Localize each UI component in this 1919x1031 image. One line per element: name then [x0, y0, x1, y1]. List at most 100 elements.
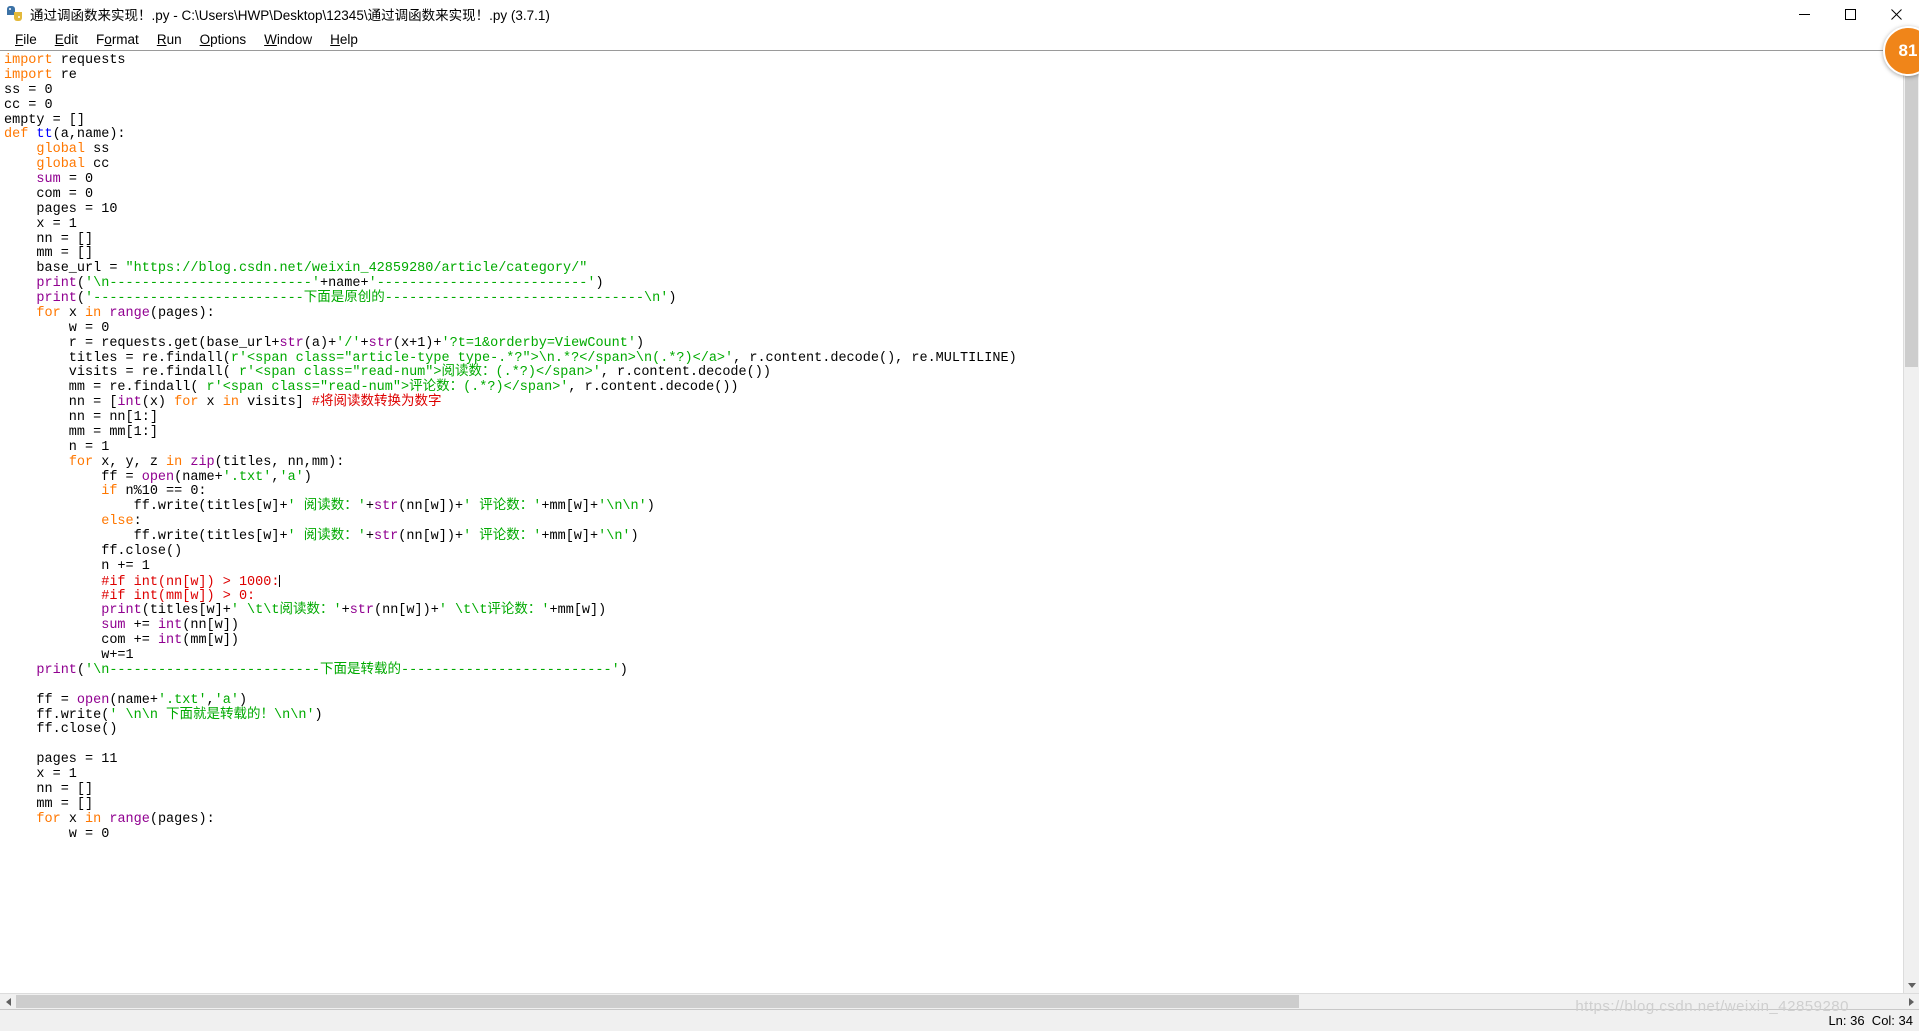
menu-help[interactable]: Help — [321, 32, 367, 47]
code-token: '--------------------------' — [368, 276, 596, 292]
maximize-button[interactable] — [1827, 0, 1873, 28]
code-token: ) — [668, 291, 677, 306]
minimize-icon — [1798, 13, 1810, 15]
close-button[interactable] — [1873, 0, 1919, 28]
close-icon — [1890, 8, 1902, 20]
minimize-button[interactable] — [1781, 0, 1827, 28]
code-line: base_url = "https://blog.csdn.net/weixin… — [4, 261, 1903, 277]
horizontal-scroll-track[interactable] — [16, 994, 1903, 1009]
code-token: str — [368, 335, 393, 351]
code-token: global — [36, 157, 86, 173]
scroll-down-button[interactable] — [1904, 977, 1919, 993]
code-token: (a)+ — [303, 335, 337, 351]
code-token: #将阅读数转换为数字 — [311, 395, 442, 411]
horizontal-scrollbar[interactable] — [0, 993, 1919, 1009]
code-token: int — [157, 633, 183, 649]
code-token: ' 阅读数：' — [287, 499, 366, 515]
code-line: ff.close() — [4, 722, 1903, 738]
code-token: tt — [36, 127, 53, 143]
code-token: ff.close() — [4, 722, 118, 738]
code-token: ' \t\t评论数：' — [438, 603, 550, 619]
code-token: ff = — [4, 469, 142, 485]
code-line: else: — [4, 514, 1903, 530]
code-token: , r.content.decode()) — [568, 380, 739, 396]
code-token: ) — [314, 707, 323, 723]
code-token: (nn[w]) — [182, 618, 239, 634]
code-token: print — [36, 276, 77, 292]
code-token: visits = re.findall( — [4, 365, 239, 381]
code-line: for x in range(pages): — [4, 811, 1903, 828]
code-line: pages = 10 — [4, 202, 1903, 218]
text-cursor — [279, 574, 281, 587]
idle-editor-window: 通过调函数来实现！.py - C:\Users\HWP\Desktop\1234… — [0, 0, 1919, 1031]
code-token: in — [166, 454, 183, 470]
code-token: re — [52, 67, 77, 83]
code-token: range — [109, 811, 150, 827]
code-token: mm = mm[1:] — [4, 424, 158, 440]
code-line: print(titles[w]+' \t\t阅读数：'+str(nn[w])+'… — [4, 603, 1903, 619]
code-line: ss = 0 — [4, 82, 1903, 99]
code-line: ff.write(titles[w]+' 阅读数：'+str(nn[w])+' … — [4, 499, 1903, 515]
code-token: ( — [76, 291, 86, 306]
menu-options[interactable]: Options — [191, 32, 256, 47]
code-token: print — [36, 291, 77, 306]
vertical-scroll-track[interactable] — [1904, 67, 1919, 977]
menu-format[interactable]: Format — [87, 32, 148, 47]
code-line: n = 1 — [4, 440, 1903, 456]
maximize-icon — [1844, 8, 1856, 20]
code-token: nn = [] — [4, 781, 94, 797]
code-token: base_url = — [4, 261, 126, 277]
code-line: w = 0 — [4, 826, 1903, 843]
vertical-scroll-thumb[interactable] — [1905, 67, 1918, 368]
code-text-area[interactable]: import requests import re ss = 0 cc = 0 empt… — [0, 51, 1903, 993]
code-token: '?t=1&orderby=ViewCount' — [441, 335, 636, 351]
horizontal-scroll-thumb[interactable] — [16, 995, 1300, 1008]
code-token: com = 0 — [4, 186, 94, 202]
code-token: sum — [36, 172, 61, 187]
code-token: w = 0 — [4, 320, 110, 336]
code-line: import re — [4, 67, 1903, 84]
scroll-right-button[interactable] — [1903, 994, 1919, 1009]
menu-edit[interactable]: Edit — [46, 32, 87, 47]
code-token: +mm[w]+ — [541, 499, 599, 515]
code-line: pages = 11 — [4, 752, 1903, 768]
code-token: zip — [190, 454, 215, 470]
code-token: , — [206, 692, 215, 708]
arrow-left-icon — [5, 997, 11, 1006]
code-line: nn = [] — [4, 232, 1903, 248]
code-line: com = 0 — [4, 186, 1903, 203]
code-token: = 0 — [60, 172, 94, 187]
code-line: print('--------------------------下面是原创的-… — [4, 291, 1903, 307]
code-token: str — [349, 603, 374, 619]
menu-run[interactable]: Run — [148, 32, 191, 47]
code-token: (x) — [141, 395, 175, 411]
menu-window[interactable]: Window — [255, 32, 321, 47]
title-bar[interactable]: 通过调函数来实现！.py - C:\Users\HWP\Desktop\1234… — [0, 0, 1919, 29]
vertical-scrollbar[interactable] — [1903, 51, 1919, 993]
code-token: w = 0 — [4, 826, 110, 842]
code-token: open — [76, 692, 110, 708]
code-line: x = 1 — [4, 767, 1903, 783]
code-token: requests — [52, 53, 126, 68]
source-code[interactable]: import requests import re ss = 0 cc = 0 empt… — [4, 53, 1903, 843]
code-token: 'a' — [214, 692, 239, 708]
code-token: ss = 0 — [4, 82, 53, 98]
code-line: cc = 0 — [4, 98, 1903, 114]
code-token: (titles[w]+ — [141, 603, 231, 619]
code-token: for — [68, 454, 94, 470]
menu-file[interactable]: File — [6, 32, 46, 47]
code-line: print('\n--------------------------下面是转载… — [4, 663, 1903, 679]
code-line: ff.write(' \n\n 下面就是转载的！\n\n') — [4, 707, 1903, 724]
code-token: '\n' — [598, 529, 631, 544]
code-line: nn = nn[1:] — [4, 410, 1903, 426]
code-token: in — [222, 395, 239, 411]
scroll-left-button[interactable] — [0, 994, 16, 1009]
code-token: w+=1 — [4, 648, 134, 663]
code-token: '/' — [336, 335, 361, 351]
